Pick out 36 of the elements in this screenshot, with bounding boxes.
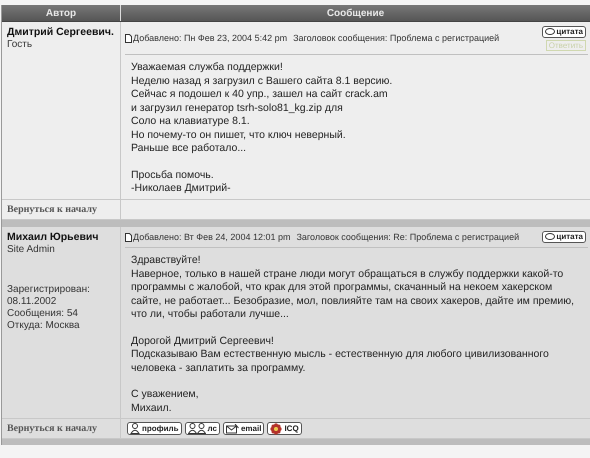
back-to-top-link[interactable]: Вернуться к началу bbox=[7, 421, 97, 436]
message-text: Наверное, только в нашей стране люди могут обращаться в службу поддержки какой-то программы с жалобой, что крак для этой программы, скачанный на некоем хакерском сайте, не работает... Безобразие, мол, повлияйте там на своих хакеров, дайте им премию, что ли, чтобы работали лучше... bbox=[131, 268, 576, 322]
message-text: Дорогой Дмитрий Сергеевич! bbox=[131, 334, 275, 348]
post-date: Добавлено: Вт Фев 24, 2004 12:01 pm bbox=[125, 230, 290, 244]
message-text: Но почему-то он пишет, что ключ неверный. bbox=[131, 128, 347, 142]
message-text: Раньше все работало... bbox=[131, 142, 248, 156]
pm-button[interactable]: лс bbox=[184, 422, 220, 435]
author-name: Дмитрий Сергеевич. bbox=[7, 26, 115, 39]
post-subject: Заголовок сообщения: Проблема с регистрацией bbox=[293, 32, 500, 45]
author-rank: Гость bbox=[7, 39, 34, 51]
back-to-top-link[interactable]: Вернуться к началу bbox=[7, 202, 97, 216]
message-text: Соло на клавиатуре 8.1. bbox=[131, 115, 251, 128]
message-text: Уважаемая служба поддержки! bbox=[131, 61, 284, 74]
profile-detail: Сообщения: 54 bbox=[7, 308, 79, 320]
message-text: Неделю назад я загрузил с Вашего сайта 8.1 версию. bbox=[131, 74, 394, 88]
quote-button[interactable]: цитата bbox=[542, 26, 586, 38]
author-name: Михаил Юрьевич bbox=[7, 230, 100, 244]
message-text: Сейчас я подошел к 40 упр., зашел на сайт crack.am bbox=[131, 88, 389, 102]
icq-button[interactable]: ICQ bbox=[267, 422, 302, 435]
message-text: Михаил. bbox=[131, 402, 172, 415]
author-rank: Site Admin bbox=[7, 244, 56, 256]
message-text: -Николаев Дмитрий- bbox=[131, 182, 232, 196]
profile-detail: Откуда: Москва bbox=[7, 320, 81, 332]
profile-detail: Зарегистрирован: 08.11.2002 bbox=[7, 284, 91, 308]
post-subject: Заголовок сообщения: Re: Проблема с регистрацией bbox=[296, 230, 520, 244]
message-text: Здравствуйте! bbox=[131, 254, 202, 268]
email-button[interactable]: email bbox=[222, 422, 264, 435]
message-text: Подсказываю Вам естественную мысль - естественную для любого цивилизованного человека - заплатить за программу. bbox=[131, 348, 550, 375]
column-header: Автор bbox=[2, 5, 121, 21]
message-text: Просьба помочь. bbox=[131, 168, 215, 182]
column-header: Сообщение bbox=[326, 6, 386, 20]
message-text: и загрузил генератор tsrh-solo81_kg.zip для bbox=[131, 102, 344, 115]
post-date: Добавлено: Пн Фев 23, 2004 5:42 pm bbox=[125, 32, 288, 46]
quote-button[interactable]: цитата bbox=[542, 231, 586, 244]
message-text: С уважением, bbox=[131, 388, 200, 402]
profile-button[interactable]: профиль bbox=[127, 422, 182, 435]
